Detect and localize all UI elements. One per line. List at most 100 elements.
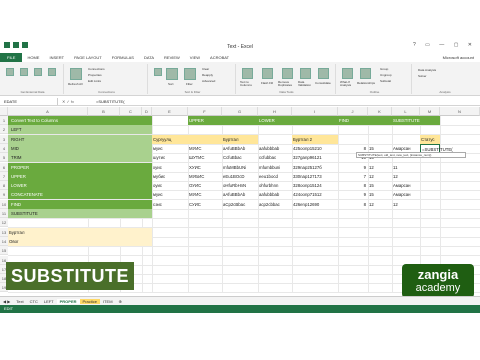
clear-button[interactable]: Clear <box>202 67 209 71</box>
cell-school-upper[interactable]: МУБИС <box>188 172 222 181</box>
from-other-sources-icon[interactable] <box>48 68 56 76</box>
sheet-tab-ctc[interactable]: CTC <box>27 299 41 304</box>
cell-register-2[interactable]: 330nap127173 <box>292 172 338 181</box>
sheet-tab-practice[interactable]: Practice <box>79 298 100 304</box>
remove-duplicates-button[interactable]: Remove Duplicates <box>278 81 296 87</box>
cell-register-2[interactable]: 328oonp15124 <box>292 181 338 190</box>
remove-duplicates-icon[interactable] <box>282 68 293 79</box>
label-school[interactable]: Сургуулц <box>152 134 222 144</box>
name-box[interactable]: EDATE <box>2 98 58 105</box>
tab-acrobat[interactable]: ACROBAT <box>205 53 234 62</box>
row-header-10[interactable]: 10 <box>0 199 8 209</box>
sheet-tab-proper[interactable]: PROPER <box>56 298 80 304</box>
cell-register-2[interactable]: 425oonp15210 <box>292 144 338 153</box>
column-header-m[interactable]: M <box>420 107 440 116</box>
group-button[interactable]: Group <box>380 67 388 71</box>
sheet-nav-arrows[interactable]: ◀ ▶ <box>0 299 13 304</box>
label-register[interactable]: Буртгал <box>222 134 258 144</box>
tab-insert[interactable]: INSERT <box>44 53 69 62</box>
column-header-a[interactable]: A <box>8 107 88 116</box>
subtotal-button[interactable]: Subtotal <box>380 79 391 83</box>
flash-fill-button[interactable]: Flash Fill <box>261 81 273 85</box>
cell-find-a[interactable]: 9 <box>338 190 368 199</box>
cell-result[interactable]: Амарсан <box>392 181 420 190</box>
cell-find-a[interactable]: 7 <box>338 172 368 181</box>
cell-school-upper[interactable]: МУИС <box>188 190 222 199</box>
cell-find-b[interactable]: 12 <box>368 200 392 209</box>
sheet-tab-left[interactable]: LEFT <box>41 299 57 304</box>
add-sheet-icon[interactable]: ⊕ <box>116 299 125 304</box>
sort-az-icon[interactable] <box>154 68 162 76</box>
cell-school-upper[interactable]: МУИС <box>188 144 222 153</box>
cell-register-lower[interactable]: eeu1bocd <box>258 172 292 181</box>
cell-register-2[interactable]: 426enp12690 <box>292 200 338 209</box>
column-header-n[interactable]: N <box>440 107 480 116</box>
row-header-9[interactable]: 9 <box>0 190 8 200</box>
row-header-14[interactable]: 14 <box>0 236 8 246</box>
cell-register-lower[interactable]: ohfurbhnn <box>258 181 292 190</box>
cell-school-lower[interactable]: хуис <box>152 163 188 172</box>
header-substitute[interactable]: SUBSTITUTE <box>392 116 440 125</box>
menu-item-substitute[interactable]: SUBSTITUTE <box>8 209 152 218</box>
row-header-7[interactable]: 7 <box>0 171 8 181</box>
column-header-l[interactable]: L <box>392 107 420 116</box>
column-header-k[interactable]: K <box>368 107 392 116</box>
cell-register-label[interactable]: Буртгал <box>8 227 152 237</box>
data-validation-icon[interactable] <box>300 68 311 79</box>
tab-view[interactable]: VIEW <box>185 53 205 62</box>
menu-item-proper[interactable]: PROPER <box>8 162 152 172</box>
data-analysis-button[interactable]: Data Analysis <box>418 68 436 72</box>
formula-input[interactable]: =SUBSTITUTE( <box>96 98 125 105</box>
column-header-i[interactable]: I <box>292 107 338 116</box>
row-header-6[interactable]: 6 <box>0 162 8 172</box>
cell-find-b[interactable]: 15 <box>368 181 392 190</box>
refresh-icon[interactable] <box>70 68 82 80</box>
column-header-e[interactable]: E <box>152 107 188 116</box>
cell-school-lower[interactable]: оуис <box>152 181 188 190</box>
tab-file[interactable]: FILE <box>0 53 23 62</box>
row-header-4[interactable]: 4 <box>0 143 8 153</box>
cell-find-a[interactable]: 8 <box>338 200 368 209</box>
header-upper[interactable]: UPPER <box>188 116 258 125</box>
cell-register-2[interactable]: 329nap25127б <box>292 163 338 172</box>
select-all-corner[interactable] <box>0 107 8 116</box>
cell-register[interactable]: eEu1BOcD <box>222 172 258 181</box>
cell-school-upper[interactable]: ХУИС <box>188 163 222 172</box>
flash-fill-icon[interactable] <box>262 68 273 79</box>
cell-register-2[interactable]: 327ganp96121 <box>292 153 338 162</box>
sheet-tab-item[interactable]: ITEM <box>100 299 116 304</box>
cell-register-lower[interactable]: ccfubbac <box>258 153 292 162</box>
tab-formulas[interactable]: FORMULAS <box>107 53 139 62</box>
text-to-columns-button[interactable]: Text to Columns <box>240 81 258 87</box>
tab-review[interactable]: REVIEW <box>159 53 185 62</box>
from-text-icon[interactable] <box>34 68 42 76</box>
window-controls[interactable]: ? ▭ — ▢ ✕ <box>413 42 476 48</box>
cell-register[interactable]: oHfuRbHnN <box>222 181 258 190</box>
cell-school-lower[interactable]: сэис <box>152 200 188 209</box>
cell-register[interactable]: aAfuBBbAb <box>222 144 258 153</box>
menu-item-right[interactable]: RIGHT <box>8 134 152 144</box>
cell-school-lower[interactable]: мубис <box>152 172 188 181</box>
column-header-h[interactable]: H <box>258 107 292 116</box>
row-header-2[interactable]: 2 <box>0 125 8 135</box>
column-header-d[interactable]: D <box>142 107 152 116</box>
solver-button[interactable]: Solver <box>418 74 427 78</box>
cell-result[interactable]: 12 <box>392 200 420 209</box>
column-header-f[interactable]: F <box>188 107 222 116</box>
cell-register-2[interactable]: 424oonp71512 <box>292 190 338 199</box>
cell-school-upper[interactable]: СУИС <box>188 200 222 209</box>
properties-button[interactable]: Properties <box>88 73 102 77</box>
cell-school-lower[interactable]: муис <box>152 190 188 199</box>
tab-data[interactable]: DATA <box>139 53 159 62</box>
relationships-button[interactable]: Relationships <box>357 81 375 85</box>
cell-result[interactable]: 11 <box>392 163 420 172</box>
cell-surname-label[interactable]: Овог <box>8 236 152 246</box>
filter-icon[interactable] <box>184 68 196 80</box>
header-find[interactable]: FIND <box>338 116 392 125</box>
advanced-button[interactable]: Advanced <box>202 79 215 83</box>
label-status[interactable]: Статус <box>420 134 440 144</box>
formula-icons[interactable]: ✕ ✓ fx <box>62 98 74 105</box>
from-web-icon[interactable] <box>20 68 28 76</box>
cell-find-a[interactable]: 9 <box>338 163 368 172</box>
cell-school-upper[interactable]: ШУТИС <box>188 153 222 162</box>
